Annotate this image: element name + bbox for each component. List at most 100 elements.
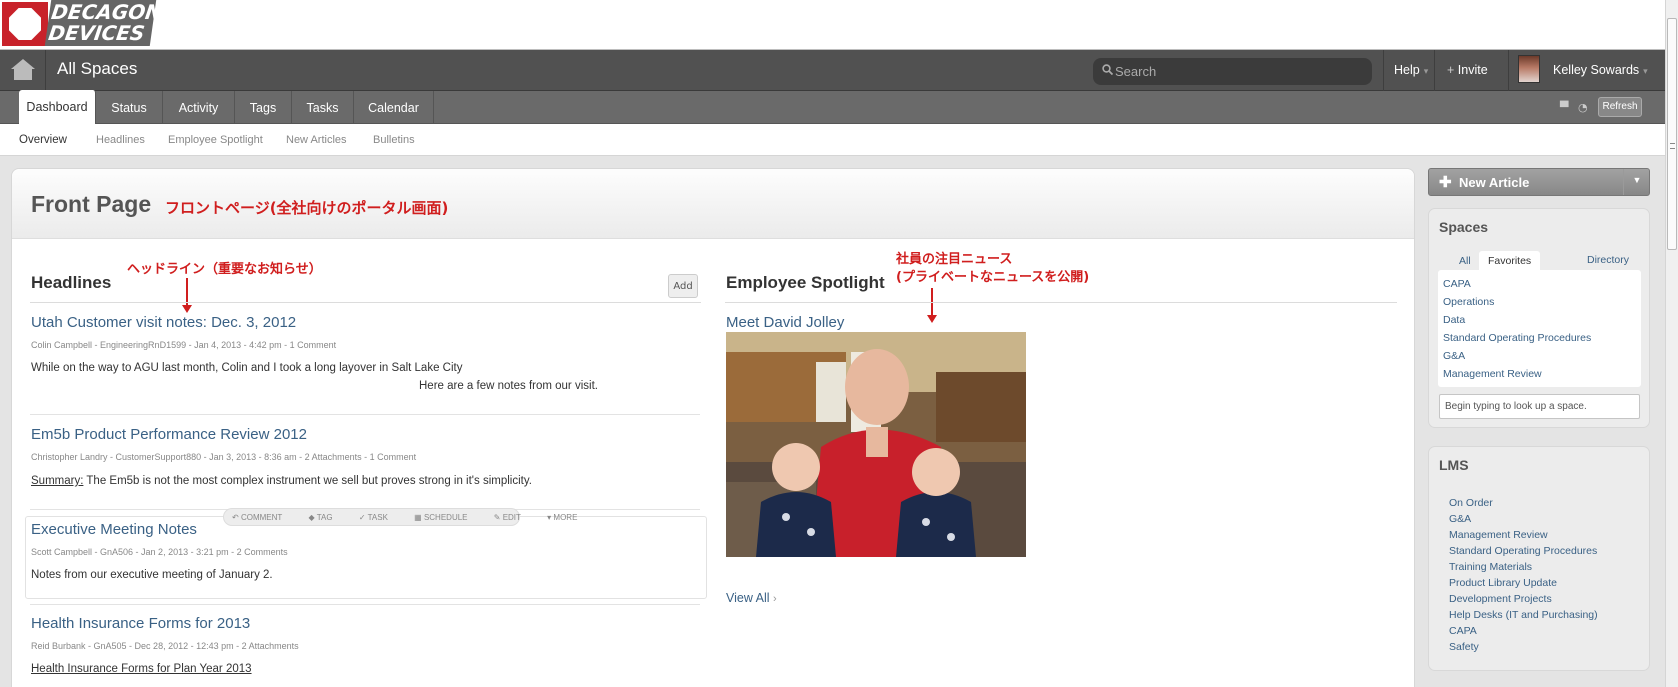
space-link[interactable]: G&A [1443, 350, 1465, 362]
rss-icon[interactable]: ◔ [1578, 101, 1588, 114]
comment-action[interactable]: ↶ COMMENT [232, 513, 294, 522]
lms-link[interactable]: Development Projects [1449, 593, 1552, 605]
headline-title-3[interactable]: Executive Meeting Notes [31, 521, 197, 538]
schedule-action[interactable]: ▦ SCHEDULE [414, 513, 479, 522]
top-navigation-bar: All Spaces Search Help ▾ + Invite Kelley … [0, 50, 1665, 91]
add-headline-button[interactable]: Add [668, 274, 698, 298]
subnav-overview[interactable]: Overview [19, 134, 67, 146]
lms-panel: LMS On Order G&A Management Review Stand… [1428, 446, 1650, 671]
print-icon[interactable]: ▀ [1560, 101, 1568, 114]
spotlight-article-title[interactable]: Meet David Jolley [726, 314, 844, 331]
lms-link[interactable]: Help Desks (IT and Purchasing) [1449, 609, 1598, 621]
spotlight-divider [725, 302, 1397, 303]
company-logo-icon [2, 2, 48, 46]
lms-link[interactable]: Safety [1449, 641, 1479, 653]
search-input[interactable]: Search [1093, 58, 1372, 85]
spotlight-annotation-2: (プライベートなニュースを公開) [896, 270, 1090, 285]
invite-button[interactable]: + Invite [1434, 50, 1508, 91]
tab-tasks[interactable]: Tasks [292, 91, 354, 124]
subnav-employee-spotlight[interactable]: Employee Spotlight [168, 134, 263, 146]
subnav-bulletins[interactable]: Bulletins [373, 134, 415, 146]
lms-link[interactable]: Standard Operating Procedures [1449, 545, 1597, 557]
space-title[interactable]: All Spaces [57, 59, 137, 79]
headline-title-4[interactable]: Health Insurance Forms for 2013 [31, 615, 250, 632]
spaces-tab-favorites[interactable]: Favorites [1479, 251, 1541, 272]
task-action[interactable]: ✓ TASK [359, 513, 400, 522]
page-title-annotation: フロントページ(全社向けのポータル画面) [165, 199, 449, 217]
invite-label: Invite [1457, 63, 1488, 77]
logo-bar: DECAGON DEVICES [0, 0, 1665, 50]
chevron-down-icon: ▾ [1423, 66, 1429, 76]
tag-action[interactable]: ◆ TAG [309, 513, 345, 522]
headline-body-4[interactable]: Health Insurance Forms for Plan Year 201… [31, 663, 252, 675]
tab-tags[interactable]: Tags [235, 91, 292, 124]
article-action-bar: ↶ COMMENT ◆ TAG ✓ TASK ▦ SCHEDULE ✎ EDIT… [223, 508, 577, 526]
company-logo-text: DECAGON DEVICES [44, 0, 164, 46]
new-article-label: New Article [1459, 175, 1530, 190]
headline-meta-2: Christopher Landry - CustomerSupport880 … [31, 452, 417, 462]
subnav-headlines[interactable]: Headlines [96, 134, 145, 146]
summary-text: The Em5b is not the most complex instrum… [83, 475, 532, 487]
home-icon [11, 59, 35, 69]
lms-link[interactable]: On Order [1449, 497, 1493, 509]
spaces-tab-all[interactable]: All [1459, 255, 1471, 267]
view-all-link[interactable]: View All › [726, 591, 777, 605]
lms-link[interactable]: Product Library Update [1449, 577, 1557, 589]
headline-body-1: While on the way to AGU last month, Coli… [31, 362, 463, 374]
headline-divider [30, 414, 700, 415]
spotlight-annotation-1: 社員の注目ニュース [896, 252, 1013, 267]
search-icon [1102, 64, 1113, 75]
new-article-button[interactable]: ✚ New Article ▼ [1428, 168, 1650, 196]
tab-status[interactable]: Status [96, 91, 163, 124]
help-label: Help [1394, 63, 1420, 77]
plus-icon: ✚ [1439, 174, 1452, 191]
headlines-heading: Headlines [31, 273, 112, 292]
spaces-tab-directory[interactable]: Directory [1587, 254, 1629, 266]
spotlight-photo[interactable] [726, 332, 1026, 557]
spotlight-heading: Employee Spotlight [726, 273, 885, 292]
headline-meta-3: Scott Campbell - GnA506 - Jan 2, 2013 - … [31, 547, 288, 557]
user-name: Kelley Sowards [1553, 63, 1640, 77]
avatar[interactable] [1518, 55, 1540, 83]
refresh-button[interactable]: Refresh [1598, 97, 1642, 117]
lms-link[interactable]: CAPA [1449, 625, 1477, 637]
user-name-menu[interactable]: Kelley Sowards ▾ [1553, 50, 1653, 91]
lms-link[interactable]: G&A [1449, 513, 1471, 525]
spaces-heading: Spaces [1439, 219, 1489, 235]
tab-calendar[interactable]: Calendar [354, 91, 434, 124]
headline-divider [30, 604, 700, 605]
summary-label: Summary: [31, 475, 84, 487]
space-link[interactable]: Management Review [1443, 368, 1542, 380]
more-action[interactable]: ▾ MORE [547, 513, 589, 522]
home-button[interactable] [0, 50, 46, 91]
tab-dashboard[interactable]: Dashboard [19, 90, 96, 125]
headline-title-1[interactable]: Utah Customer visit notes: Dec. 3, 2012 [31, 314, 296, 331]
space-link[interactable]: Data [1443, 314, 1465, 326]
scrollbar-thumb[interactable] [1667, 18, 1677, 250]
space-link[interactable]: CAPA [1443, 278, 1471, 290]
add-user-icon: + [1447, 63, 1455, 77]
subnav-new-articles[interactable]: New Articles [286, 134, 347, 146]
spaces-panel: Spaces All Favorites Directory CAPA Oper… [1428, 208, 1650, 428]
page-scrollbar[interactable] [1665, 0, 1678, 687]
space-link[interactable]: Operations [1443, 296, 1494, 308]
headlines-divider [30, 302, 701, 303]
space-link[interactable]: Standard Operating Procedures [1443, 332, 1591, 344]
tab-activity[interactable]: Activity [163, 91, 235, 124]
main-tabs-bar: Dashboard Status Activity Tags Tasks Cal… [0, 90, 1665, 125]
space-lookup-input[interactable]: Begin typing to look up a space. [1439, 394, 1640, 419]
page-title: Front Page [31, 191, 152, 217]
lms-list [1438, 485, 1641, 665]
headline-meta-1: Colin Campbell - EngineeringRnD1599 - Ja… [31, 340, 337, 350]
chevron-down-icon: ▾ [1643, 66, 1648, 76]
logo-line-1: DECAGON [49, 0, 164, 24]
chevron-down-icon[interactable]: ▼ [1623, 169, 1650, 195]
lms-link[interactable]: Training Materials [1449, 561, 1532, 573]
edit-action[interactable]: ✎ EDIT [494, 513, 533, 522]
help-menu[interactable]: Help ▾ [1383, 50, 1433, 91]
headline-title-2[interactable]: Em5b Product Performance Review 2012 [31, 426, 307, 443]
logo-line-2: DEVICES [46, 21, 147, 45]
headlines-arrow-head [182, 305, 192, 313]
headlines-annotation: ヘッドライン（重要なお知らせ） [127, 262, 322, 277]
lms-link[interactable]: Management Review [1449, 529, 1548, 541]
